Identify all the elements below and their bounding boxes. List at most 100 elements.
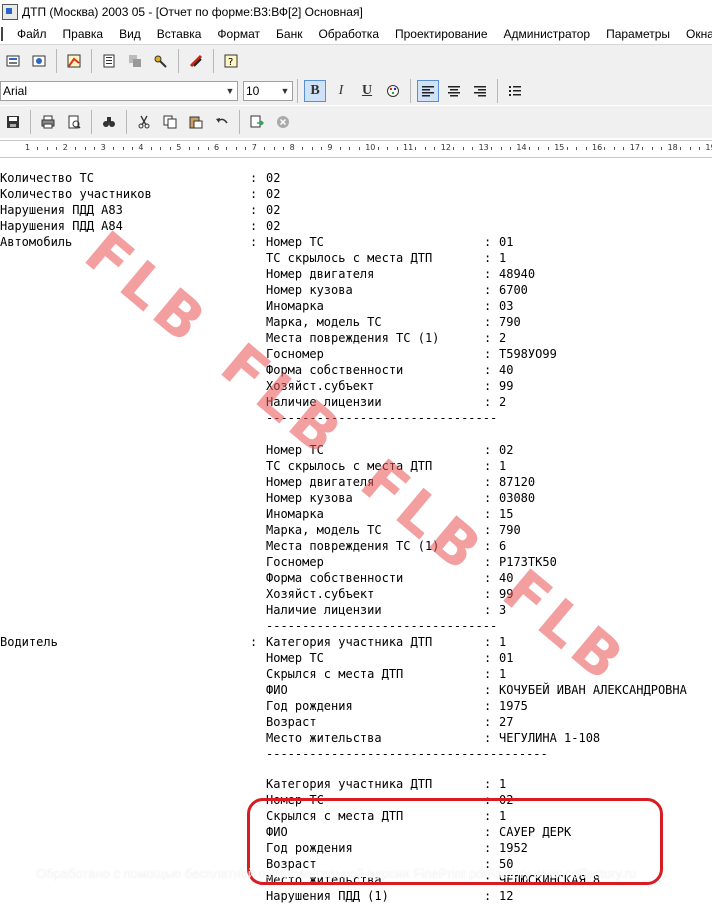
- print-preview-icon[interactable]: [63, 111, 85, 133]
- bullet-list-icon[interactable]: [504, 80, 526, 102]
- document-menu-icon[interactable]: [1, 26, 3, 41]
- menu-item[interactable]: Окна: [678, 27, 712, 41]
- field-label: Место жительства: [266, 731, 382, 745]
- key-icon[interactable]: [150, 50, 172, 72]
- colon: :: [484, 507, 492, 521]
- menu-item[interactable]: Администратор: [496, 27, 599, 41]
- bold-button[interactable]: B: [304, 80, 326, 102]
- chart-icon[interactable]: [63, 50, 85, 72]
- colon: :: [484, 571, 492, 585]
- colon: :: [484, 776, 492, 791]
- toolbar-separator: [297, 79, 298, 103]
- align-center-icon[interactable]: [443, 80, 465, 102]
- undo-icon[interactable]: [211, 111, 233, 133]
- export-icon[interactable]: [246, 111, 268, 133]
- align-left-icon[interactable]: [417, 80, 439, 102]
- menu-item[interactable]: Параметры: [598, 27, 678, 41]
- ruler-tick: [566, 147, 568, 150]
- field-label: Возраст: [266, 715, 317, 729]
- ruler-tick: [585, 147, 587, 150]
- ruler-tick: [302, 147, 304, 150]
- copy-window-icon[interactable]: [124, 50, 146, 72]
- field-label: Иномарка: [266, 299, 324, 313]
- field-label: Номер кузова: [266, 491, 353, 505]
- menu-item[interactable]: Проектирование: [387, 27, 496, 41]
- font-value: Arial: [3, 84, 28, 98]
- field-value: 01: [499, 235, 514, 249]
- underline-button[interactable]: U: [356, 80, 378, 102]
- ruler-tick: [538, 147, 540, 150]
- field-value: 12: [499, 888, 514, 903]
- copy-icon[interactable]: [159, 111, 181, 133]
- cut-icon[interactable]: [133, 111, 155, 133]
- align-right-icon[interactable]: [469, 80, 491, 102]
- field-label: Марка, модель ТС: [266, 523, 382, 537]
- chevron-down-icon[interactable]: ▼: [278, 86, 292, 96]
- field-label: Категория участника ДТП: [266, 635, 433, 649]
- colon: :: [484, 267, 492, 281]
- colon: :: [484, 587, 492, 601]
- run-icon[interactable]: [185, 50, 207, 72]
- print-icon[interactable]: [37, 111, 59, 133]
- menu-item[interactable]: Вид: [111, 27, 149, 41]
- ruler-label: 1: [25, 143, 31, 152]
- report-icon[interactable]: [98, 50, 120, 72]
- ruler-tick: [188, 147, 190, 150]
- colon: :: [484, 731, 492, 745]
- ruler-label: 16: [592, 143, 603, 152]
- menu-item[interactable]: Правка: [55, 27, 112, 41]
- colon: :: [484, 443, 492, 457]
- toolbar-separator: [91, 49, 92, 73]
- menu-item[interactable]: Формат: [209, 27, 268, 41]
- field-value: 1: [499, 667, 507, 681]
- toolbar-separator: [178, 49, 179, 73]
- ruler-tick: [415, 147, 417, 150]
- field-value: 02: [266, 219, 281, 233]
- colon: :: [484, 283, 492, 297]
- field-value: 02: [499, 443, 514, 457]
- field-label: Номер кузова: [266, 283, 353, 297]
- colon: :: [484, 699, 492, 713]
- ruler-tick: [131, 147, 133, 150]
- font-select[interactable]: Arial ▼: [0, 81, 238, 101]
- field-value: 1975: [499, 699, 528, 713]
- window-title: ДТП (Москва) 2003 05 - [Отчет по форме:В…: [22, 5, 363, 19]
- ruler-tick: [56, 147, 58, 150]
- ruler-tick: [491, 147, 493, 150]
- ruler-label: 9: [327, 143, 333, 152]
- ruler-label: 19: [705, 143, 712, 152]
- menu-item[interactable]: Обработка: [310, 27, 387, 41]
- database-icon[interactable]: [2, 50, 24, 72]
- menu-item[interactable]: Вставка: [149, 27, 210, 41]
- app-icon: [2, 4, 18, 20]
- colon: :: [250, 187, 258, 201]
- ruler-tick: [604, 147, 606, 150]
- help-icon[interactable]: ?: [220, 50, 242, 72]
- font-size-select[interactable]: 10 ▼: [243, 81, 293, 101]
- find-icon[interactable]: [98, 111, 120, 133]
- font-size-value: 10: [246, 84, 260, 98]
- toolbar-separator: [497, 79, 498, 103]
- ruler-label: 8: [289, 143, 295, 152]
- menu-item[interactable]: Банк: [268, 27, 310, 41]
- ruler-tick: [547, 147, 549, 150]
- save-icon[interactable]: [2, 111, 24, 133]
- field-value: 1: [499, 251, 507, 265]
- ruler-tick: [113, 147, 115, 150]
- toolbar-separator: [30, 110, 31, 134]
- ruler-tick: [94, 147, 96, 150]
- field-value: 6700: [499, 283, 528, 297]
- query-icon[interactable]: [28, 50, 50, 72]
- ruler-tick: [396, 147, 398, 150]
- ruler-tick: [160, 147, 162, 150]
- ruler-tick: [387, 147, 389, 150]
- color-palette-icon[interactable]: [382, 80, 404, 102]
- paste-icon[interactable]: [185, 111, 207, 133]
- chevron-down-icon[interactable]: ▼: [223, 86, 237, 96]
- close-icon[interactable]: [272, 111, 294, 133]
- toolbar-separator: [91, 110, 92, 134]
- colon: :: [250, 171, 258, 185]
- colon: :: [250, 203, 258, 217]
- menu-item[interactable]: Файл: [9, 27, 55, 41]
- italic-button[interactable]: I: [330, 80, 352, 102]
